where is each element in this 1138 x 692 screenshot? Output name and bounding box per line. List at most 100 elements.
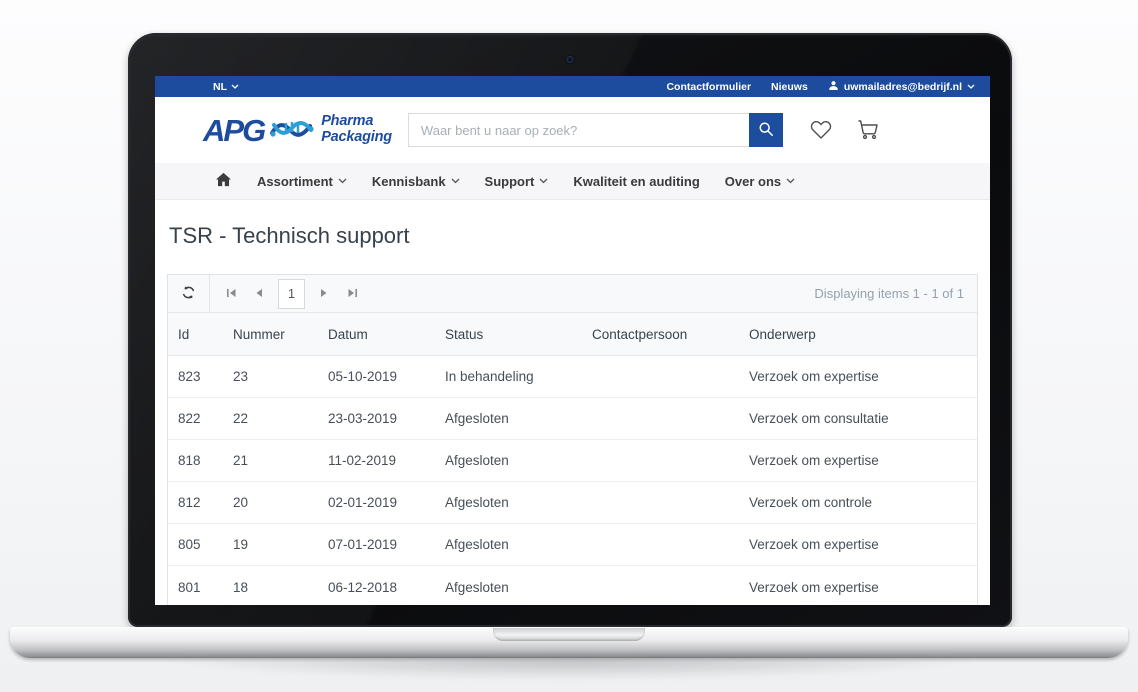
cell-nummer: 23: [223, 369, 318, 384]
nav-item-label: Kennisbank: [372, 174, 446, 189]
cell-id: 801: [168, 580, 223, 595]
refresh-button[interactable]: [168, 275, 210, 312]
cell-nummer: 20: [223, 495, 318, 510]
cell-id: 823: [168, 369, 223, 384]
pagination: 1: [218, 279, 365, 309]
cart-button[interactable]: [855, 117, 880, 144]
column-header-datum[interactable]: Datum: [318, 327, 435, 342]
main-navigation: Assortiment Kennisbank Support Kwaliteit…: [155, 163, 990, 200]
cell-datum: 11-02-2019: [318, 453, 435, 468]
cell-datum: 02-01-2019: [318, 495, 435, 510]
next-page-icon: [320, 286, 328, 301]
table-row[interactable]: 812 20 02-01-2019 Afgesloten Verzoek om …: [168, 482, 977, 524]
nav-item-assortiment[interactable]: Assortiment: [257, 174, 347, 189]
first-page-icon: [226, 286, 237, 301]
webcam-icon: [567, 56, 574, 63]
chevron-down-icon: [451, 178, 460, 184]
nav-item-label: Over ons: [725, 174, 781, 189]
cell-nummer: 18: [223, 580, 318, 595]
search-box: [408, 113, 783, 147]
table-row[interactable]: 818 21 11-02-2019 Afgesloten Verzoek om …: [168, 440, 977, 482]
laptop-screen: NL Contactformulier Nieuws uwmailadres@b…: [155, 76, 990, 605]
cell-id: 818: [168, 453, 223, 468]
nav-item-over-ons[interactable]: Over ons: [725, 174, 795, 189]
chevron-down-icon: [231, 84, 239, 89]
cell-datum: 05-10-2019: [318, 369, 435, 384]
table-row[interactable]: 823 23 05-10-2019 In behandeling Verzoek…: [168, 356, 977, 398]
topbar-link-nieuws[interactable]: Nieuws: [771, 81, 808, 93]
chevron-down-icon: [539, 178, 548, 184]
first-page-button[interactable]: [218, 281, 244, 307]
cell-onderwerp: Verzoek om controle: [739, 495, 977, 510]
table-row[interactable]: 822 22 23-03-2019 Afgesloten Verzoek om …: [168, 398, 977, 440]
cell-status: Afgesloten: [435, 453, 582, 468]
cell-onderwerp: Verzoek om expertise: [739, 580, 977, 595]
cell-status: Afgesloten: [435, 411, 582, 426]
page-title: TSR - Technisch support: [169, 223, 978, 249]
table-row[interactable]: 805 19 07-01-2019 Afgesloten Verzoek om …: [168, 524, 977, 566]
cell-nummer: 22: [223, 411, 318, 426]
site-header: APG Pharma Packaging: [155, 97, 990, 163]
topbar-link-contactformulier[interactable]: Contactformulier: [666, 81, 751, 93]
column-header-nummer[interactable]: Nummer: [223, 327, 318, 342]
chevron-down-icon: [786, 178, 795, 184]
account-email: uwmailadres@bedrijf.nl: [844, 81, 962, 93]
search-icon: [758, 121, 774, 140]
shopping-cart-icon: [855, 117, 880, 144]
nav-item-label: Assortiment: [257, 174, 333, 189]
column-header-contactpersoon[interactable]: Contactpersoon: [582, 327, 739, 342]
next-page-button[interactable]: [311, 281, 337, 307]
dna-helix-icon: [270, 113, 314, 148]
current-page-indicator: 1: [278, 279, 305, 309]
table-header-row: Id Nummer Datum Status Contactpersoon On…: [168, 313, 977, 356]
cell-id: 822: [168, 411, 223, 426]
previous-page-button[interactable]: [246, 281, 272, 307]
logo-tagline-line2: Packaging: [321, 130, 392, 146]
cell-status: In behandeling: [435, 369, 582, 384]
heart-icon: [809, 118, 833, 143]
nav-item-support[interactable]: Support: [485, 174, 549, 189]
cell-onderwerp: Verzoek om expertise: [739, 453, 977, 468]
chevron-down-icon: [967, 84, 975, 89]
cell-status: Afgesloten: [435, 495, 582, 510]
search-button[interactable]: [749, 113, 783, 147]
search-input[interactable]: [408, 113, 749, 147]
grid-toolbar: 1 Displaying items 1 - 1 of 1: [168, 275, 977, 313]
refresh-icon: [181, 285, 196, 303]
laptop-shadow: [70, 659, 1068, 687]
cell-datum: 23-03-2019: [318, 411, 435, 426]
last-page-button[interactable]: [339, 281, 365, 307]
top-utility-bar: NL Contactformulier Nieuws uwmailadres@b…: [155, 76, 990, 97]
cell-onderwerp: Verzoek om expertise: [739, 537, 977, 552]
cell-nummer: 21: [223, 453, 318, 468]
nav-item-label: Kwaliteit en auditing: [573, 174, 699, 189]
page-content: TSR - Technisch support: [155, 223, 990, 605]
table-row[interactable]: 801 18 06-12-2018 Afgesloten Verzoek om …: [168, 566, 977, 605]
column-header-onderwerp[interactable]: Onderwerp: [739, 327, 977, 342]
grid-status-text: Displaying items 1 - 1 of 1: [814, 286, 964, 301]
column-header-status[interactable]: Status: [435, 327, 582, 342]
home-icon: [215, 175, 232, 190]
nav-home[interactable]: [215, 172, 232, 190]
cell-status: Afgesloten: [435, 537, 582, 552]
cell-status: Afgesloten: [435, 580, 582, 595]
account-menu[interactable]: uwmailadres@bedrijf.nl: [828, 80, 975, 94]
nav-item-kwaliteit-en-auditing[interactable]: Kwaliteit en auditing: [573, 174, 699, 189]
language-label: NL: [213, 81, 227, 93]
cell-onderwerp: Verzoek om expertise: [739, 369, 977, 384]
laptop-lid: NL Contactformulier Nieuws uwmailadres@b…: [128, 33, 1012, 627]
laptop-lid-notch: [493, 628, 645, 641]
wishlist-button[interactable]: [809, 118, 833, 143]
cell-datum: 06-12-2018: [318, 580, 435, 595]
column-header-id[interactable]: Id: [168, 327, 223, 342]
nav-item-kennisbank[interactable]: Kennisbank: [372, 174, 460, 189]
cell-id: 805: [168, 537, 223, 552]
cell-id: 812: [168, 495, 223, 510]
nav-item-label: Support: [485, 174, 535, 189]
company-logo[interactable]: APG Pharma Packaging: [203, 113, 392, 148]
logo-brand-text: APG: [203, 115, 264, 146]
language-selector[interactable]: NL: [213, 81, 239, 93]
last-page-icon: [347, 286, 358, 301]
cell-onderwerp: Verzoek om consultatie: [739, 411, 977, 426]
previous-page-icon: [255, 286, 263, 301]
